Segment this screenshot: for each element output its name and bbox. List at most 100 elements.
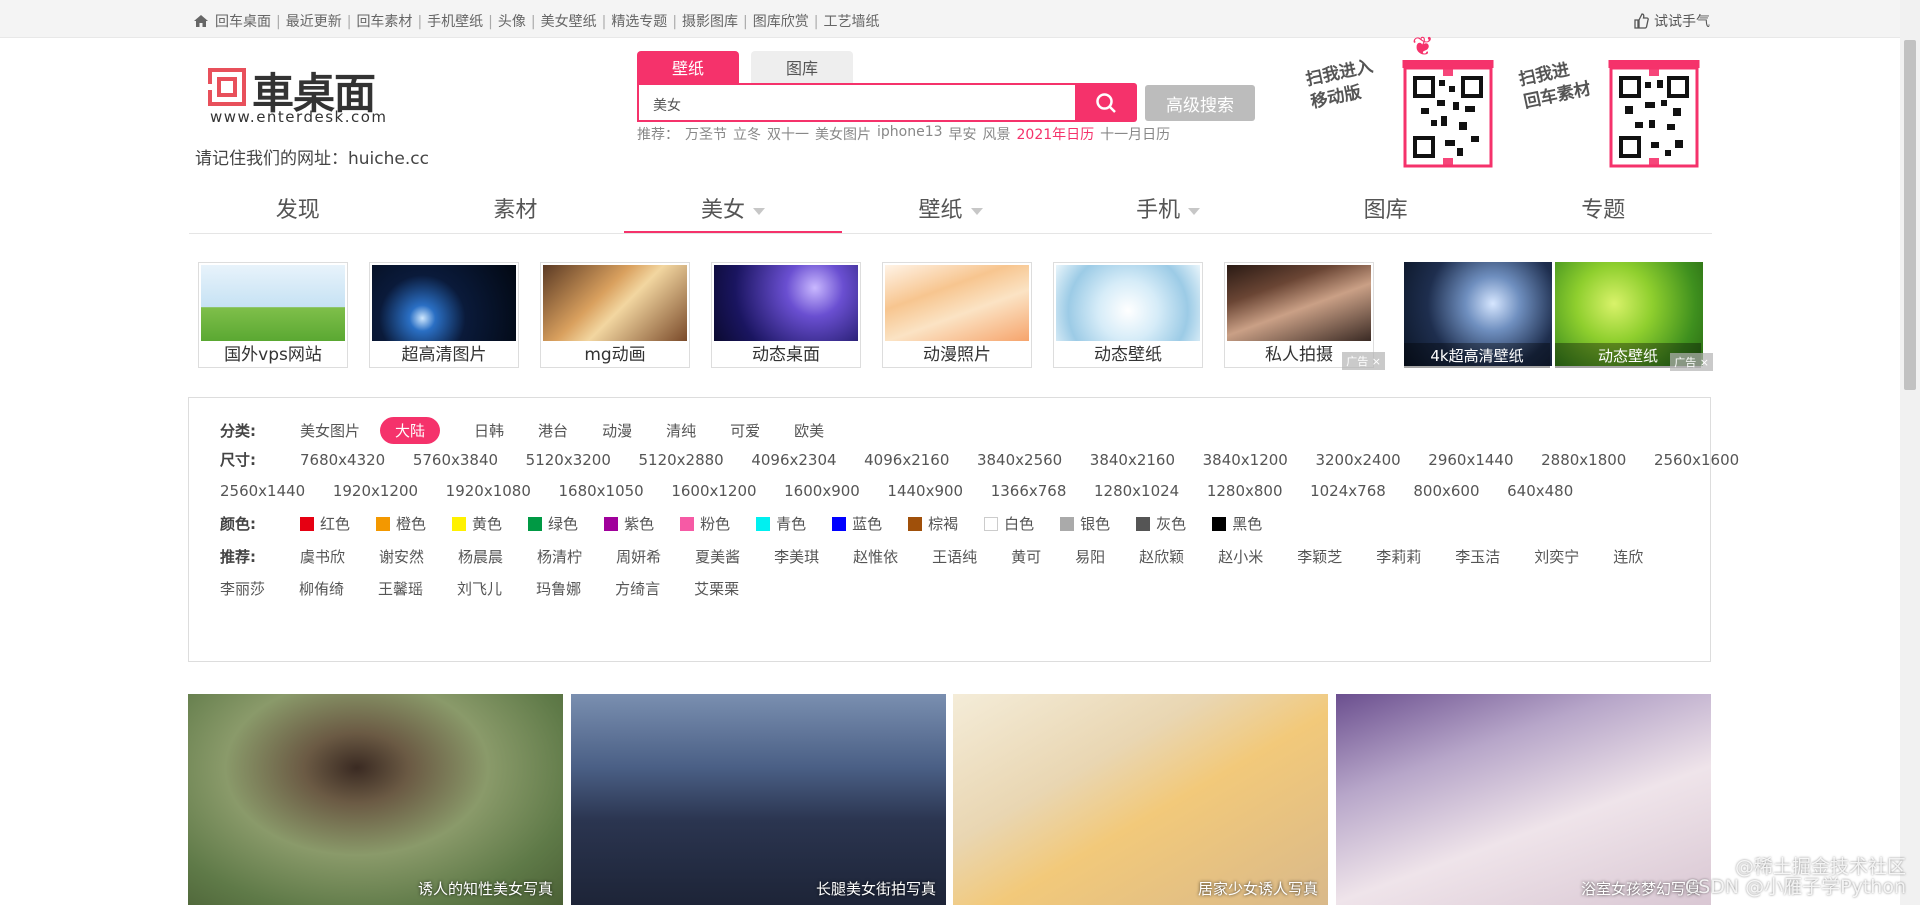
scrollbar-thumb[interactable] [1904,40,1916,390]
filter-size[interactable]: 1440x900 [887,482,963,500]
filter-size[interactable]: 4096x2304 [751,451,836,469]
advanced-search-button[interactable]: 高级搜索 [1145,85,1255,121]
filter-size[interactable]: 1920x1200 [333,482,418,500]
ad-tile[interactable]: 动态壁纸 广告 × [1555,262,1713,371]
filter-size[interactable]: 3840x2160 [1090,451,1175,469]
filter-color[interactable]: 紫色 [604,513,654,534]
filter-recommend[interactable]: 王语纯 [932,546,977,567]
hot-link[interactable]: 立冬 [733,124,761,144]
filter-size[interactable]: 1920x1080 [446,482,531,500]
tab-gallery[interactable]: 图库 [751,51,853,83]
search-input[interactable]: 美女 [637,83,1076,122]
filter-recommend[interactable]: 杨晨晨 [458,546,503,567]
ad-tile[interactable]: 私人拍摄 广告 × [1224,262,1385,370]
nav-item[interactable]: 壁纸 [842,186,1060,233]
filter-size[interactable]: 1366x768 [991,482,1067,500]
filter-category[interactable]: 动漫 [602,420,632,441]
filter-recommend[interactable]: 李颖芝 [1297,546,1342,567]
filter-recommend[interactable]: 连欣 [1613,546,1643,567]
filter-category[interactable]: 美女图片 [300,420,360,441]
ad-badge[interactable]: 广告 × [1342,352,1385,370]
photo-card[interactable]: 长腿美女街拍写真 [571,694,946,905]
filter-size[interactable]: 5120x2880 [638,451,723,469]
filter-size[interactable]: 2880x1800 [1541,451,1626,469]
filter-recommend[interactable]: 玛鲁娜 [536,578,581,599]
filter-recommend[interactable]: 谢安然 [379,546,424,567]
filter-size[interactable]: 5760x3840 [413,451,498,469]
filter-category[interactable]: 清纯 [666,420,696,441]
tab-wallpaper[interactable]: 壁纸 [637,51,739,83]
filter-category[interactable]: 日韩 [474,420,504,441]
filter-color[interactable]: 粉色 [680,513,730,534]
photo-card[interactable]: 居家少女诱人写真 [953,694,1328,905]
filter-color[interactable]: 棕褐 [908,513,958,534]
filter-category[interactable]: 可爱 [730,420,760,441]
hot-link-november-calendar[interactable]: 十一月日历 [1100,124,1170,144]
filter-color[interactable]: 橙色 [376,513,426,534]
photo-card[interactable]: 诱人的知性美女写真 [188,694,563,905]
ad-tile[interactable]: 超高清图片 [369,262,519,368]
filter-size[interactable]: 2960x1440 [1428,451,1513,469]
hot-link[interactable]: iphone13 [877,124,943,144]
nav-item[interactable]: 美女 [624,186,842,233]
filter-color[interactable]: 青色 [756,513,806,534]
search-button[interactable] [1075,83,1137,122]
filter-recommend[interactable]: 黄可 [1011,546,1041,567]
filter-recommend[interactable]: 赵欣颖 [1139,546,1184,567]
filter-recommend[interactable]: 王馨瑶 [378,578,423,599]
filter-recommend[interactable]: 刘奕宁 [1534,546,1579,567]
filter-color[interactable]: 黄色 [452,513,502,534]
page-scrollbar[interactable] [1900,0,1920,905]
top-link[interactable]: 最近更新 [286,14,342,30]
filter-size[interactable]: 4096x2160 [864,451,949,469]
filter-size[interactable]: 3840x2560 [977,451,1062,469]
filter-recommend[interactable]: 赵小米 [1218,546,1263,567]
filter-category[interactable]: 欧美 [794,420,824,441]
filter-recommend[interactable]: 刘飞儿 [457,578,502,599]
filter-color[interactable]: 黑色 [1212,513,1262,534]
filter-size[interactable]: 1600x1200 [671,482,756,500]
nav-item[interactable]: 专题 [1494,186,1712,233]
try-luck-link[interactable]: 试试手气 [1633,11,1710,31]
filter-color[interactable]: 银色 [1060,513,1110,534]
filter-recommend[interactable]: 李美琪 [774,546,819,567]
filter-recommend[interactable]: 虞书欣 [300,546,345,567]
filter-recommend[interactable]: 李丽莎 [220,578,265,599]
ad-tile[interactable]: 动漫照片 [882,262,1032,368]
filter-color[interactable]: 红色 [300,513,350,534]
filter-color[interactable]: 蓝色 [832,513,882,534]
top-link[interactable]: 摄影图库 [682,14,738,30]
filter-size[interactable]: 1600x900 [784,482,860,500]
filter-recommend[interactable]: 艾栗栗 [694,578,739,599]
filter-recommend[interactable]: 杨清柠 [537,546,582,567]
filter-size[interactable]: 3840x1200 [1203,451,1288,469]
hot-link[interactable]: 风景 [983,124,1011,144]
ad-tile[interactable]: 国外vps网站 [198,262,348,368]
top-link[interactable]: 美女壁纸 [541,14,597,30]
top-link[interactable]: 图库欣赏 [753,14,809,30]
photo-card[interactable]: 浴室女孩梦幻写真 [1336,694,1711,905]
filter-recommend[interactable]: 易阳 [1075,546,1105,567]
home-icon[interactable] [193,14,209,28]
filter-size[interactable]: 1280x800 [1207,482,1283,500]
filter-size[interactable]: 1680x1050 [558,482,643,500]
filter-size[interactable]: 640x480 [1507,482,1573,500]
filter-size[interactable]: 7680x4320 [300,451,385,469]
filter-recommend[interactable]: 赵惟依 [853,546,898,567]
filter-color[interactable]: 白色 [984,513,1034,534]
top-link[interactable]: 精选专题 [611,14,667,30]
top-link[interactable]: 工艺墙纸 [823,14,879,30]
top-link[interactable]: 手机壁纸 [427,14,483,30]
ad-tile[interactable]: 动态桌面 [711,262,861,368]
hot-link[interactable]: 美女图片 [815,124,871,144]
filter-recommend[interactable]: 柳侑绮 [299,578,344,599]
ad-badge[interactable]: 广告 × [1670,353,1713,371]
filter-size[interactable]: 2560x1440 [220,482,305,500]
filter-color[interactable]: 绿色 [528,513,578,534]
filter-size[interactable]: 1280x1024 [1094,482,1179,500]
filter-recommend[interactable]: 李玉洁 [1455,546,1500,567]
filter-size[interactable]: 2560x1600 [1654,451,1739,469]
nav-item[interactable]: 发现 [189,186,407,233]
ad-tile[interactable]: mg动画 [540,262,690,368]
hot-link-calendar-2021[interactable]: 2021年日历 [1017,124,1095,144]
